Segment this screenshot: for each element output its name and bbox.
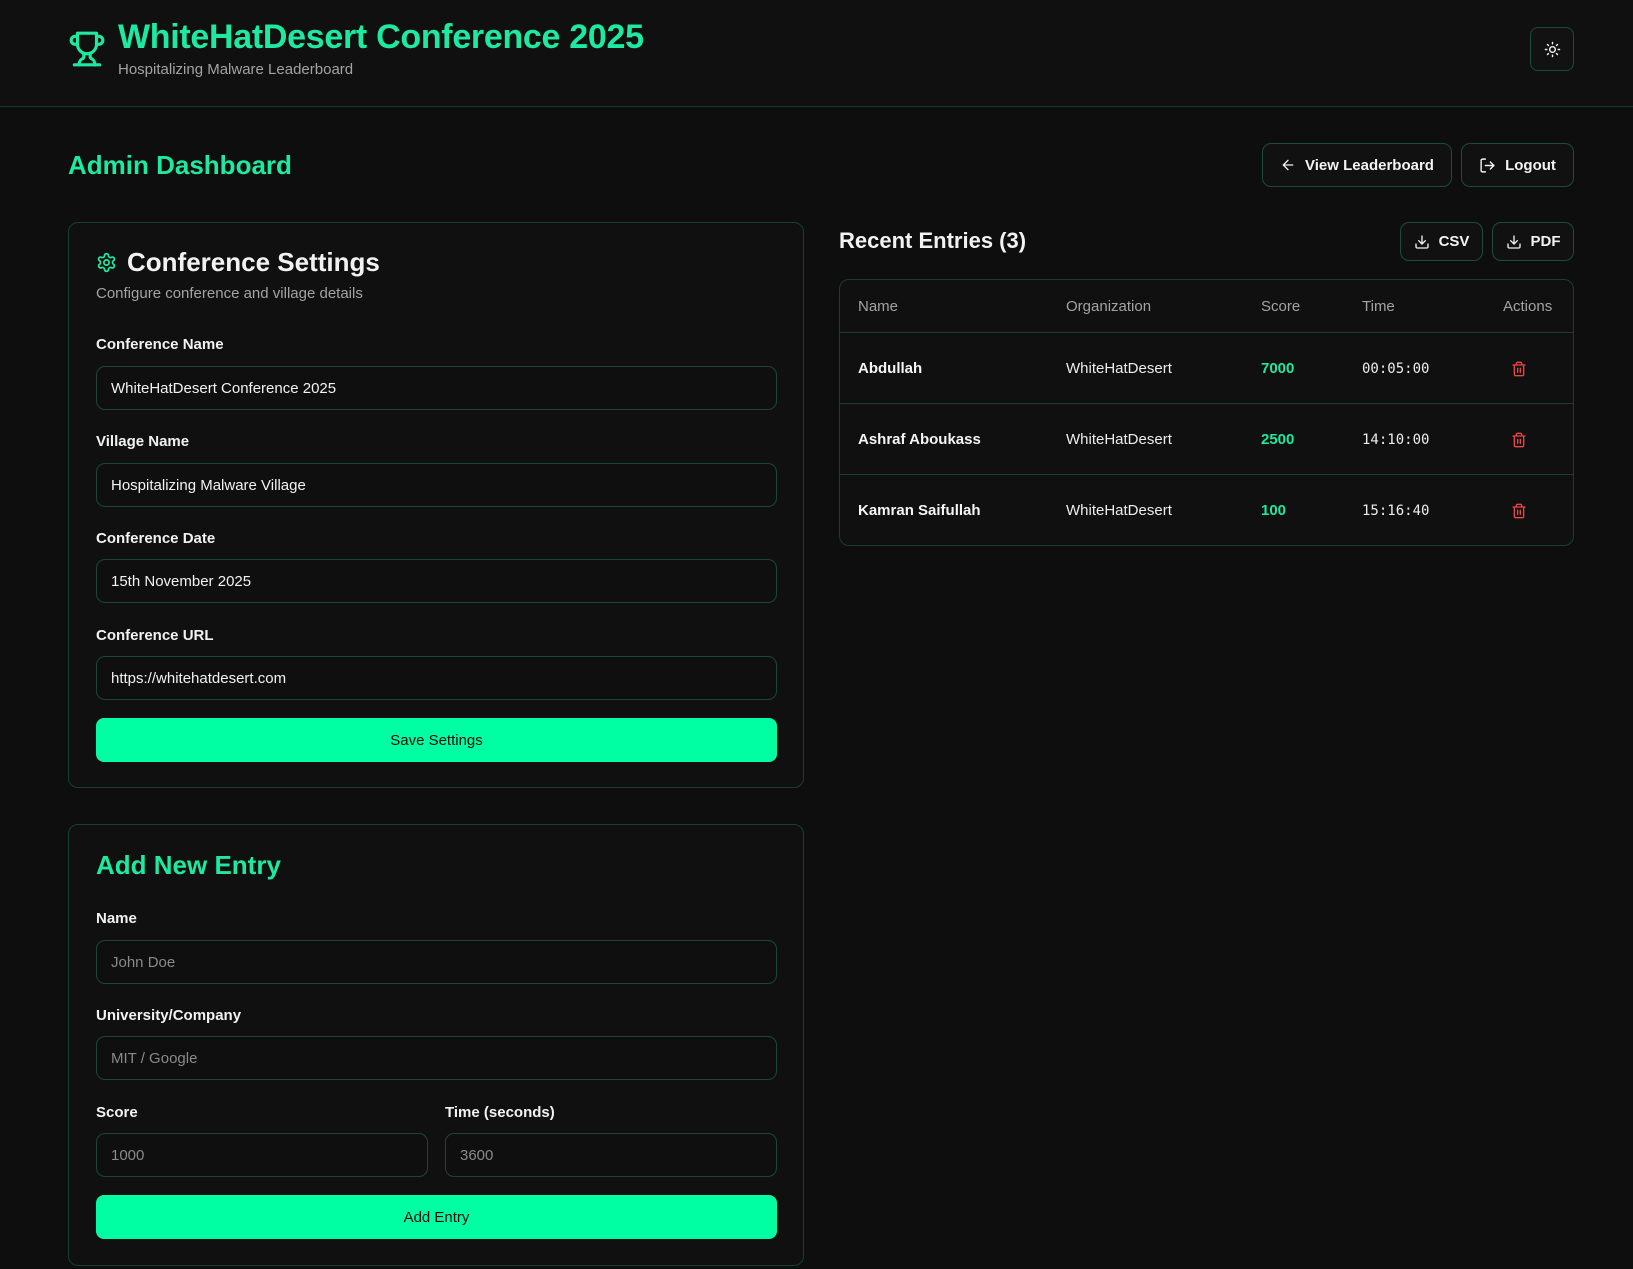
entry-time: 00:05:00 — [1362, 360, 1430, 377]
organization-label: University/Company — [96, 1007, 242, 1024]
logout-label: Logout — [1505, 156, 1556, 174]
entries-table: Name Organization Score Time Actions Abd… — [839, 279, 1574, 546]
conference-name-label: Conference Name — [96, 336, 224, 353]
app-title: WhiteHatDesert Conference 2025 — [118, 18, 644, 56]
trophy-icon — [69, 31, 105, 67]
entry-name: Abdullah — [858, 360, 923, 377]
view-leaderboard-label: View Leaderboard — [1305, 156, 1434, 174]
download-icon — [1414, 234, 1429, 249]
column-header-actions: Actions — [1503, 298, 1553, 315]
village-name-label: Village Name — [96, 433, 190, 450]
delete-entry-button[interactable] — [1511, 404, 1527, 475]
app-subtitle: Hospitalizing Malware Leaderboard — [118, 61, 354, 78]
conference-date-input[interactable] — [96, 559, 777, 603]
time-label: Time (seconds) — [445, 1104, 555, 1121]
recent-entries-title: Recent Entries (3) — [839, 228, 1027, 253]
village-name-input[interactable] — [96, 463, 777, 507]
entry-time: 14:10:00 — [1362, 431, 1430, 448]
page-title: Admin Dashboard — [68, 150, 292, 180]
trash-icon — [1512, 361, 1526, 376]
organization-input[interactable] — [96, 1036, 777, 1080]
csv-label: CSV — [1438, 233, 1470, 250]
column-header-organization: Organization — [1066, 298, 1152, 315]
conference-name-input[interactable] — [96, 366, 777, 410]
entry-name: Kamran Saifullah — [858, 502, 981, 519]
add-entry-button[interactable]: Add Entry — [96, 1195, 777, 1239]
conference-url-label: Conference URL — [96, 627, 214, 644]
entry-name: Ashraf Aboukass — [858, 431, 981, 448]
gear-icon — [97, 252, 116, 273]
download-icon — [1506, 234, 1521, 249]
entry-score: 2500 — [1261, 431, 1295, 448]
column-header-time: Time — [1362, 298, 1395, 315]
delete-entry-button[interactable] — [1511, 475, 1527, 546]
delete-entry-button[interactable] — [1511, 333, 1527, 404]
score-label: Score — [96, 1104, 138, 1121]
time-input[interactable] — [445, 1133, 777, 1177]
entry-score: 7000 — [1261, 360, 1295, 377]
save-settings-button[interactable]: Save Settings — [96, 718, 777, 762]
add-entry-card: Add New Entry Name University/Company Sc… — [68, 824, 804, 1266]
conference-date-label: Conference Date — [96, 530, 216, 547]
table-row: Abdullah WhiteHatDesert 7000 00:05:00 — [840, 332, 1573, 403]
conference-settings-description: Configure conference and village details — [96, 285, 363, 302]
table-row: Ashraf Aboukass WhiteHatDesert 2500 14:1… — [840, 403, 1573, 474]
trash-icon — [1512, 503, 1526, 518]
conference-url-input[interactable] — [96, 656, 777, 700]
export-csv-button[interactable]: CSV — [1400, 222, 1483, 261]
trash-icon — [1512, 432, 1526, 447]
score-input[interactable] — [96, 1133, 428, 1177]
logout-button[interactable]: Logout — [1461, 143, 1574, 187]
table-row: Kamran Saifullah WhiteHatDesert 100 15:1… — [840, 474, 1573, 545]
entry-score: 100 — [1261, 502, 1287, 519]
theme-toggle-button[interactable] — [1530, 27, 1574, 71]
name-label: Name — [96, 910, 137, 927]
sun-icon — [1544, 41, 1560, 57]
pdf-label: PDF — [1530, 233, 1561, 250]
arrow-left-icon — [1282, 159, 1294, 171]
column-header-score: Score — [1261, 298, 1301, 315]
column-header-name: Name — [858, 298, 899, 315]
logout-icon — [1480, 157, 1495, 173]
name-input[interactable] — [96, 940, 777, 984]
entry-organization: WhiteHatDesert — [1066, 431, 1172, 448]
conference-settings-card: Conference Settings Configure conference… — [68, 222, 804, 788]
export-pdf-button[interactable]: PDF — [1492, 222, 1574, 261]
app-header: WhiteHatDesert Conference 2025 Hospitali… — [0, 0, 1633, 107]
add-entry-title: Add New Entry — [96, 850, 281, 880]
view-leaderboard-button[interactable]: View Leaderboard — [1262, 143, 1452, 187]
entry-organization: WhiteHatDesert — [1066, 360, 1172, 377]
conference-settings-title: Conference Settings — [127, 247, 380, 277]
entry-time: 15:16:40 — [1362, 502, 1430, 519]
entry-organization: WhiteHatDesert — [1066, 502, 1172, 519]
